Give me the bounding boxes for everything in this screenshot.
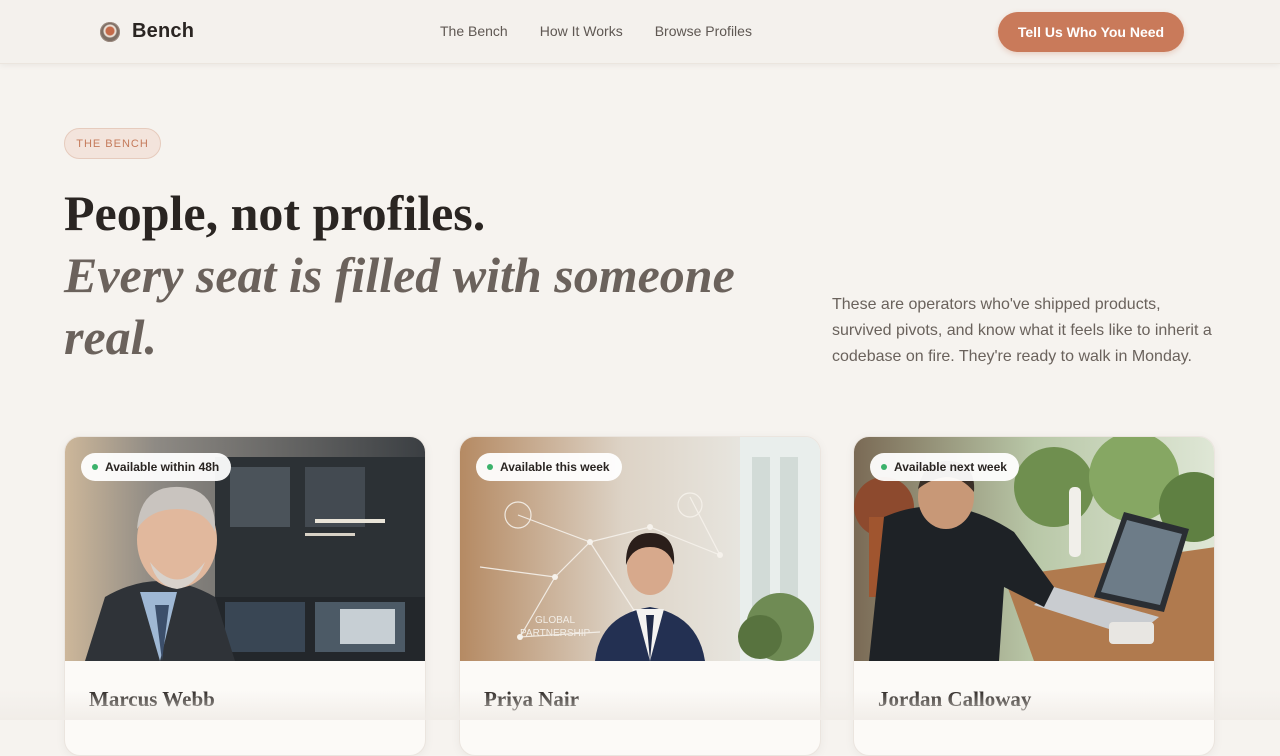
- nav-links: The Bench How It Works Browse Profiles: [440, 23, 752, 39]
- status-dot-icon: [487, 464, 493, 470]
- availability-label: Available this week: [500, 460, 610, 474]
- profile-card-jordan-calloway[interactable]: Available next week Jordan Calloway: [853, 436, 1215, 756]
- brand[interactable]: Bench: [100, 20, 194, 43]
- availability-label: Available next week: [894, 460, 1007, 474]
- hero-subheadline: Every seat is filled with someone real.: [64, 247, 735, 365]
- section-eyebrow: THE BENCH: [64, 128, 161, 159]
- status-dot-icon: [881, 464, 887, 470]
- svg-text:GLOBAL: GLOBAL: [535, 615, 575, 626]
- availability-badge: Available within 48h: [81, 453, 232, 481]
- status-dot-icon: [92, 464, 98, 470]
- nav-link-browse-profiles[interactable]: Browse Profiles: [655, 23, 752, 39]
- bench-logo-icon: [100, 21, 120, 42]
- top-navigation: Bench The Bench How It Works Browse Prof…: [0, 0, 1280, 64]
- brand-name: Bench: [132, 20, 195, 42]
- profile-name: Priya Nair: [484, 687, 580, 711]
- profile-name: Jordan Calloway: [878, 687, 1032, 711]
- availability-badge: Available this week: [476, 453, 622, 481]
- hero-description: These are operators who've shipped produ…: [832, 296, 1212, 365]
- hero-headline: People, not profiles.: [64, 185, 486, 241]
- svg-text:PARTNERSHIP: PARTNERSHIP: [520, 628, 591, 639]
- availability-label: Available within 48h: [105, 460, 220, 474]
- availability-badge: Available next week: [870, 453, 1019, 481]
- profile-card-priya-nair[interactable]: GLOBAL PARTNERSHIP Available this week P…: [459, 436, 821, 756]
- profile-name: Marcus Webb: [89, 687, 215, 711]
- nav-link-how-it-works[interactable]: How It Works: [540, 23, 623, 39]
- profile-card-marcus-webb[interactable]: Available within 48h Marcus Webb: [64, 436, 426, 756]
- tell-us-who-you-need-button[interactable]: Tell Us Who You Need: [998, 12, 1184, 52]
- nav-link-the-bench[interactable]: The Bench: [440, 23, 508, 39]
